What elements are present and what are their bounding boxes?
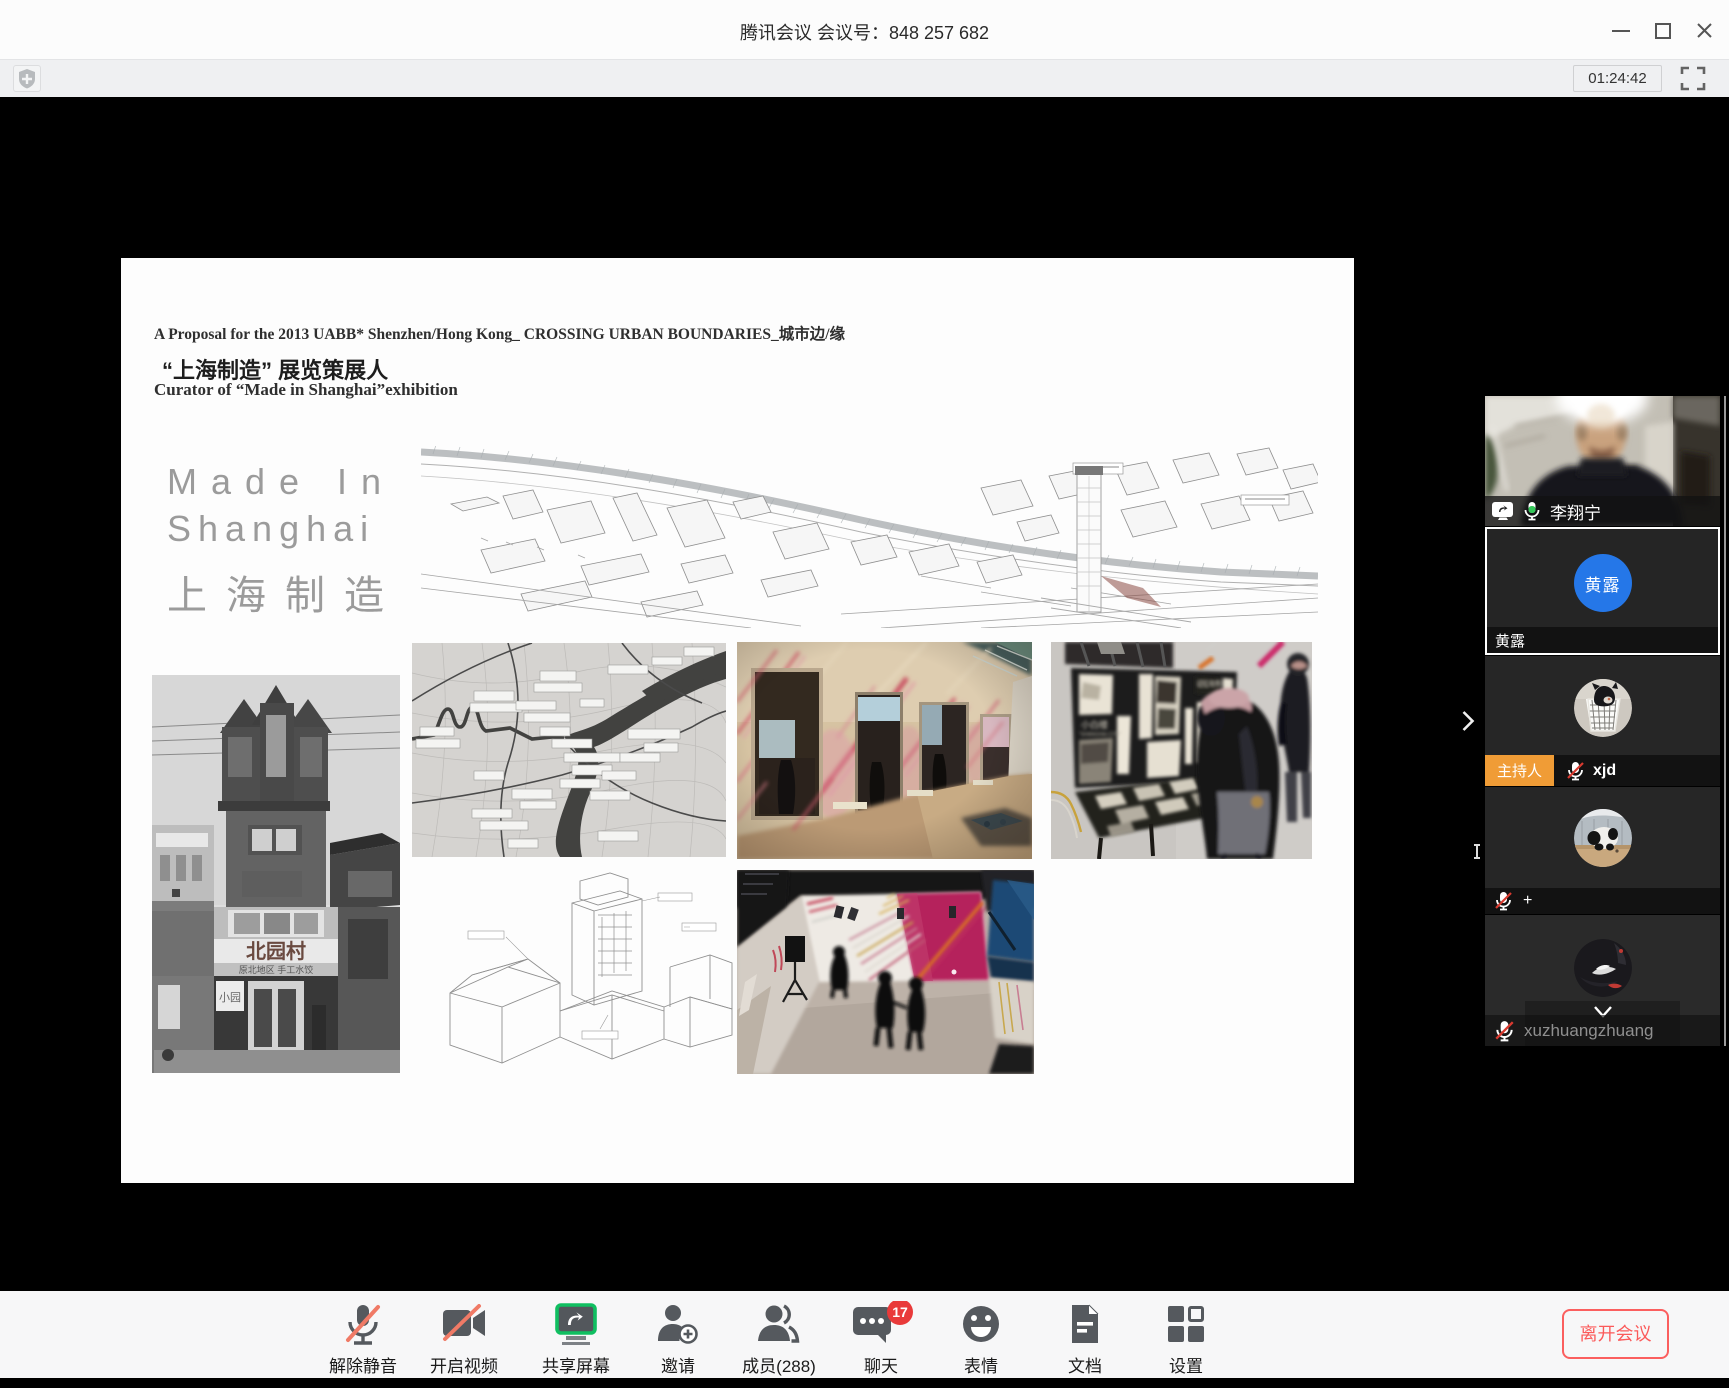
svg-text:记忆与传承: 记忆与传承 — [1197, 680, 1227, 688]
svg-text:原北地区 手工水饺: 原北地区 手工水饺 — [239, 964, 314, 975]
svg-text:小园: 小园 — [219, 991, 241, 1004]
svg-text:北园村: 北园村 — [246, 940, 306, 963]
svg-text:小白楼: 小白楼 — [1081, 719, 1108, 730]
svg-text:17: 17 — [892, 1304, 908, 1320]
svg-text:"SHANGHAI-CITY": "SHANGHAI-CITY" — [1079, 732, 1122, 738]
